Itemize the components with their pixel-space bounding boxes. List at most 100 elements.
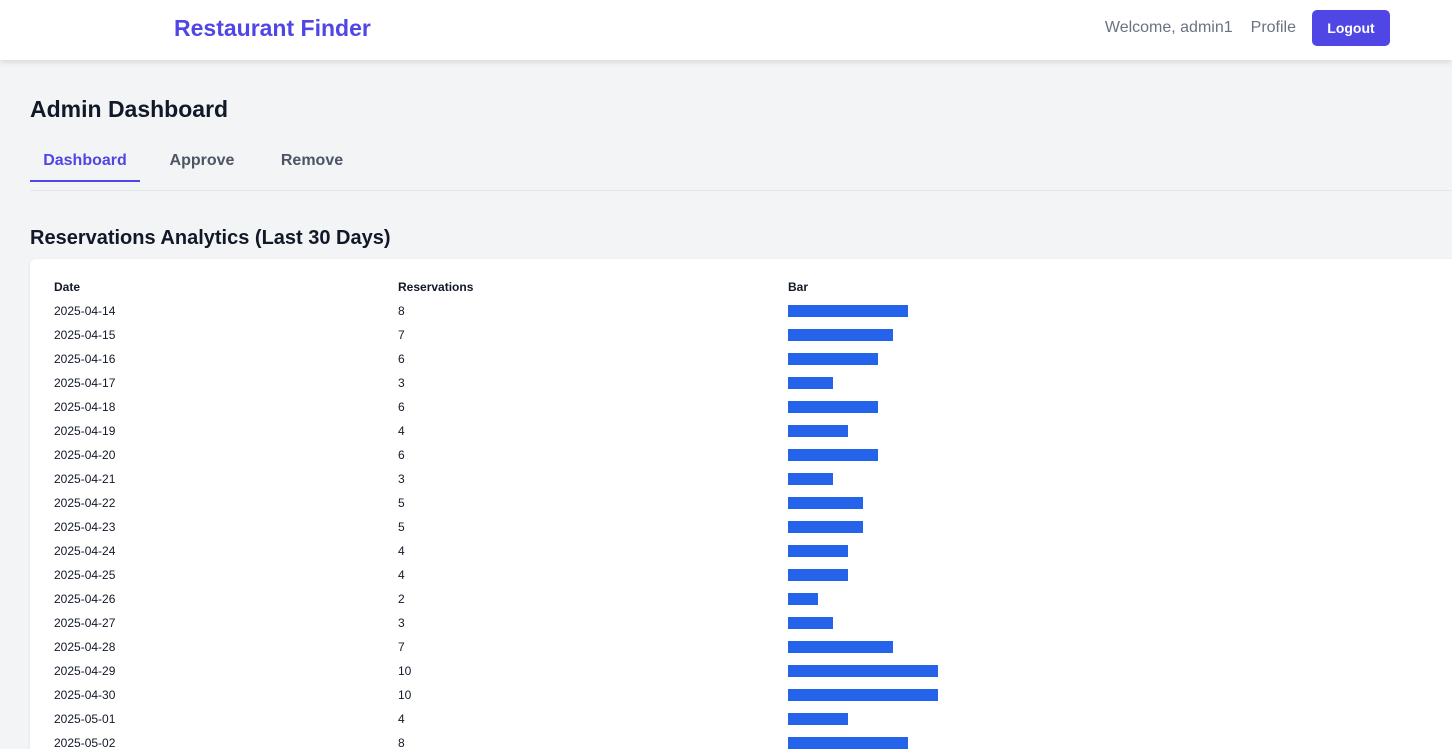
top-navbar: Restaurant Finder Welcome, admin1 Profil… (0, 0, 1452, 60)
reservation-bar (788, 593, 818, 605)
row-bar-cell (780, 443, 946, 467)
table-row: 2025-04-18 6 (46, 395, 946, 419)
row-date: 2025-04-27 (54, 616, 116, 630)
table-row: 2025-04-20 6 (46, 443, 946, 467)
row-bar-cell (780, 587, 946, 611)
row-bar-cell (780, 683, 946, 707)
row-reservations: 8 (398, 304, 405, 318)
reservation-bar (788, 305, 908, 317)
table-row: 2025-04-29 10 (46, 659, 946, 683)
reservation-bar (788, 569, 848, 581)
tab-approve[interactable]: Approve (162, 140, 242, 182)
table-row: 2025-04-17 3 (46, 371, 946, 395)
reservation-bar (788, 329, 893, 341)
reservation-bar (788, 545, 848, 557)
row-bar-cell (780, 395, 946, 419)
table-row: 2025-04-30 10 (46, 683, 946, 707)
row-bar-cell (780, 491, 946, 515)
table-row: 2025-05-01 4 (46, 707, 946, 731)
reservations-table: Date Reservations Bar 2025-04-14 8 2025-04… (46, 275, 946, 749)
row-bar-cell (780, 467, 946, 491)
tab-remove[interactable]: Remove (272, 140, 352, 182)
row-bar-cell (780, 707, 946, 731)
logout-button[interactable]: Logout (1312, 10, 1390, 46)
row-date: 2025-04-15 (54, 328, 116, 342)
row-reservations: 2 (398, 592, 405, 606)
reservation-bar (788, 665, 938, 677)
table-row: 2025-04-25 4 (46, 563, 946, 587)
reservation-bar (788, 617, 833, 629)
analytics-card: Date Reservations Bar 2025-04-14 8 2025-04… (30, 259, 1452, 749)
row-reservations: 6 (398, 448, 405, 462)
row-date: 2025-04-21 (54, 472, 116, 486)
reservation-bar (788, 521, 863, 533)
reservation-bar (788, 497, 863, 509)
table-row: 2025-04-15 7 (46, 323, 946, 347)
row-date: 2025-04-26 (54, 592, 116, 606)
column-header-bar: Bar (788, 280, 809, 294)
row-reservations: 6 (398, 400, 405, 414)
row-bar-cell (780, 323, 946, 347)
row-date: 2025-04-19 (54, 424, 116, 438)
tab-dashboard[interactable]: Dashboard (30, 140, 140, 182)
row-reservations: 8 (398, 736, 405, 749)
row-reservations: 5 (398, 496, 405, 510)
row-reservations: 7 (398, 328, 405, 342)
row-date: 2025-04-28 (54, 640, 116, 654)
analytics-title: Reservations Analytics (Last 30 Days) (30, 227, 391, 249)
row-date: 2025-04-29 (54, 664, 116, 678)
reservation-bar (788, 737, 908, 749)
row-reservations: 4 (398, 544, 405, 558)
row-reservations: 5 (398, 520, 405, 534)
row-date: 2025-04-30 (54, 688, 116, 702)
row-bar-cell (780, 539, 946, 563)
row-bar-cell (780, 659, 946, 683)
row-reservations: 4 (398, 712, 405, 726)
reservation-bar (788, 689, 938, 701)
row-reservations: 4 (398, 568, 405, 582)
row-bar-cell (780, 515, 946, 539)
row-reservations: 6 (398, 352, 405, 366)
row-date: 2025-05-01 (54, 712, 116, 726)
reservation-bar (788, 449, 878, 461)
nav-right: Welcome, admin1 Profile Logout (1105, 10, 1390, 46)
row-date: 2025-04-25 (54, 568, 116, 582)
brand-logo[interactable]: Restaurant Finder (174, 15, 371, 42)
reservation-bar (788, 401, 878, 413)
row-date: 2025-04-22 (54, 496, 116, 510)
reservation-bar (788, 713, 848, 725)
table-row: 2025-04-16 6 (46, 347, 946, 371)
reservation-bar (788, 641, 893, 653)
table-row: 2025-04-14 8 (46, 299, 946, 323)
row-reservations: 4 (398, 424, 405, 438)
column-header-date: Date (54, 280, 81, 294)
admin-tabs: Dashboard Approve Remove (30, 140, 1452, 191)
table-header-row: Date Reservations Bar (46, 275, 946, 299)
table-row: 2025-04-26 2 (46, 587, 946, 611)
reservation-bar (788, 473, 833, 485)
table-body: 2025-04-14 8 2025-04-15 7 2025-04-16 6 2025-04… (46, 299, 946, 749)
table-row: 2025-04-22 5 (46, 491, 946, 515)
reservation-bar (788, 353, 878, 365)
row-reservations: 7 (398, 640, 405, 654)
row-date: 2025-04-16 (54, 352, 116, 366)
table-row: 2025-04-28 7 (46, 635, 946, 659)
row-bar-cell (780, 419, 946, 443)
row-date: 2025-04-18 (54, 400, 116, 414)
table-row: 2025-04-24 4 (46, 539, 946, 563)
row-bar-cell (780, 635, 946, 659)
row-date: 2025-04-17 (54, 376, 116, 390)
reservation-bar (788, 425, 848, 437)
reservation-bar (788, 377, 833, 389)
row-bar-cell (780, 731, 946, 749)
row-reservations: 10 (398, 664, 412, 678)
column-header-reservations: Reservations (398, 280, 474, 294)
row-date: 2025-04-24 (54, 544, 116, 558)
row-bar-cell (780, 347, 946, 371)
profile-link[interactable]: Profile (1251, 19, 1296, 37)
row-date: 2025-04-14 (54, 304, 116, 318)
row-bar-cell (780, 563, 946, 587)
welcome-text: Welcome, admin1 (1104, 19, 1233, 36)
row-bar-cell (780, 371, 946, 395)
row-date: 2025-05-02 (54, 736, 116, 749)
